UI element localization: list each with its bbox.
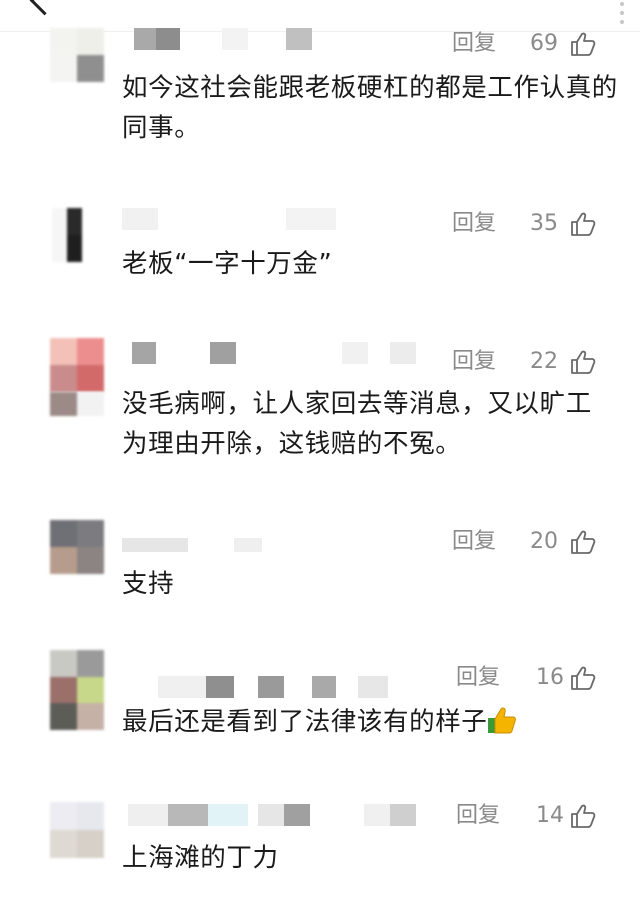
like-count: 22 bbox=[530, 349, 558, 374]
comment-text: 最后还是看到了法律该有的样子 bbox=[122, 702, 622, 742]
comment-text: 没毛病啊，让人家回去等消息，又以旷工为理由开除，这钱赔的不冤。 bbox=[122, 389, 592, 459]
comment-actions: 回复 35 bbox=[452, 210, 612, 238]
thumbs-up-icon[interactable] bbox=[570, 529, 596, 555]
comment-text: 老板“一字十万金” bbox=[122, 249, 333, 279]
reply-button[interactable]: 回复 bbox=[452, 348, 496, 376]
avatar[interactable] bbox=[50, 338, 104, 392]
more-menu-icon[interactable] bbox=[614, 0, 632, 26]
avatar[interactable] bbox=[50, 802, 104, 858]
reply-button[interactable]: 回复 bbox=[452, 30, 496, 58]
avatar[interactable] bbox=[52, 208, 82, 262]
comment-actions: 回复 22 bbox=[452, 348, 612, 376]
reply-button[interactable]: 回复 bbox=[452, 210, 496, 238]
like-count: 16 bbox=[536, 665, 564, 690]
like-count: 35 bbox=[530, 211, 558, 236]
comment-actions: 回复 14 bbox=[456, 802, 616, 830]
like-count: 69 bbox=[530, 31, 558, 56]
like-count: 20 bbox=[530, 529, 558, 554]
thumbs-up-icon[interactable] bbox=[570, 211, 596, 237]
avatar-lower bbox=[50, 392, 104, 416]
thumbs-up-icon[interactable] bbox=[570, 665, 596, 691]
back-arrow-icon[interactable] bbox=[29, 0, 60, 16]
avatar[interactable] bbox=[50, 650, 104, 730]
thumbs-up-icon[interactable] bbox=[570, 803, 596, 829]
comment-text: 如今这社会能跟老板硬杠的都是工作认真的同事。 bbox=[122, 73, 618, 143]
reply-button[interactable]: 回复 bbox=[456, 802, 500, 830]
comment-actions: 回复 69 bbox=[452, 30, 612, 58]
thumbs-up-icon[interactable] bbox=[570, 31, 596, 57]
thumbs-up-emoji-icon bbox=[488, 707, 517, 734]
top-bar bbox=[0, 0, 640, 32]
comment-actions: 回复 20 bbox=[452, 528, 612, 556]
reply-button[interactable]: 回复 bbox=[452, 528, 496, 556]
comment-text: 支持 bbox=[122, 569, 175, 599]
avatar[interactable] bbox=[50, 28, 104, 82]
comment-actions: 回复 16 bbox=[456, 664, 616, 692]
like-count: 14 bbox=[536, 803, 564, 828]
avatar[interactable] bbox=[50, 520, 104, 574]
thumbs-up-icon[interactable] bbox=[570, 349, 596, 375]
comment-text: 上海滩的丁力 bbox=[122, 843, 279, 873]
comment-text-content: 最后还是看到了法律该有的样子 bbox=[122, 707, 488, 737]
reply-button[interactable]: 回复 bbox=[456, 664, 500, 692]
